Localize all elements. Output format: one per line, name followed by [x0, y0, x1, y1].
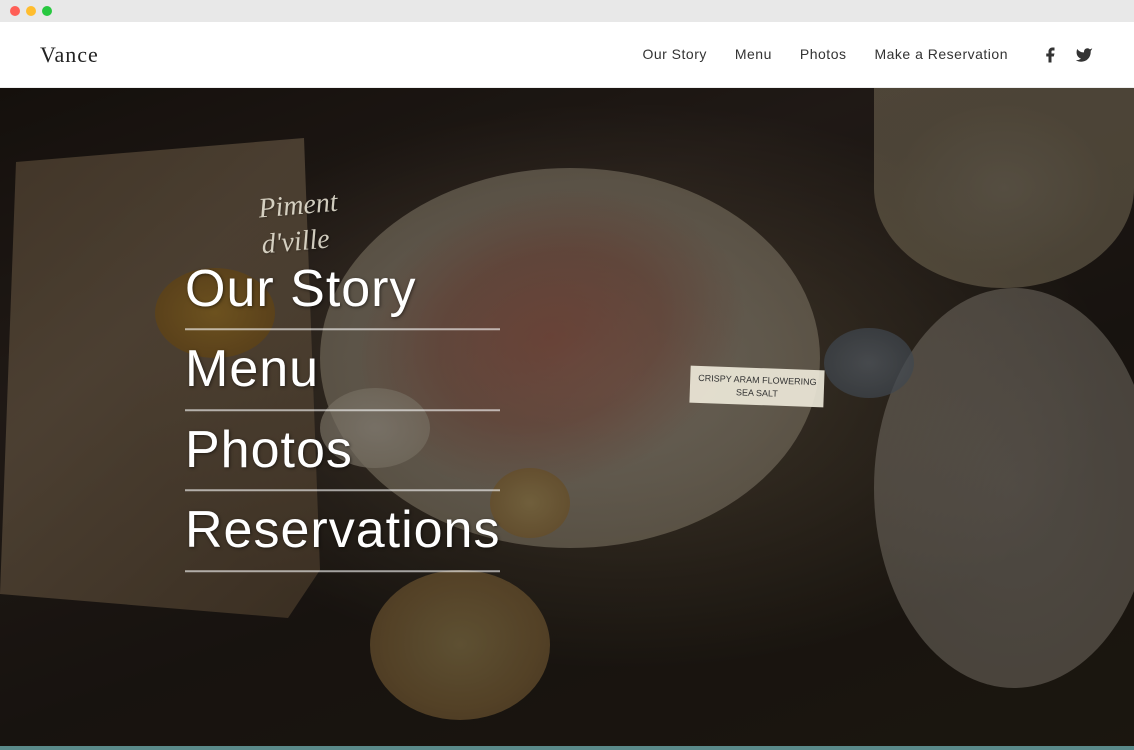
hero-section: Piment d'ville CRISPY ARAM FLOWERING SEA… [0, 88, 1134, 750]
facebook-icon[interactable] [1040, 45, 1060, 65]
bottom-accent-bar [0, 746, 1134, 750]
hero-nav-reservations[interactable]: Reservations [185, 499, 500, 571]
browser-chrome [0, 0, 1134, 22]
browser-close-dot[interactable] [10, 6, 20, 16]
browser-maximize-dot[interactable] [42, 6, 52, 16]
navbar-links: Our Story Menu Photos Make a Reservation [642, 46, 1008, 64]
dark-overlay [0, 88, 1134, 750]
hero-nav-menu[interactable]: Menu [185, 339, 500, 411]
nav-item-menu[interactable]: Menu [735, 46, 772, 64]
nav-link-photos[interactable]: Photos [800, 46, 847, 62]
navbar: Vance Our Story Menu Photos Make a Reser… [0, 22, 1134, 88]
nav-link-our-story[interactable]: Our Story [642, 46, 706, 62]
nav-link-menu[interactable]: Menu [735, 46, 772, 62]
twitter-icon[interactable] [1074, 45, 1094, 65]
nav-item-our-story[interactable]: Our Story [642, 46, 706, 64]
browser-minimize-dot[interactable] [26, 6, 36, 16]
navbar-right: Our Story Menu Photos Make a Reservation [642, 45, 1094, 65]
hero-nav-our-story[interactable]: Our Story [185, 258, 500, 330]
site-logo[interactable]: Vance [40, 42, 99, 68]
nav-item-photos[interactable]: Photos [800, 46, 847, 64]
hero-nav: Our Story Menu Photos Reservations [185, 258, 500, 580]
navbar-social [1040, 45, 1094, 65]
hero-nav-photos[interactable]: Photos [185, 419, 500, 491]
nav-link-reservation[interactable]: Make a Reservation [874, 46, 1008, 62]
nav-item-reservation[interactable]: Make a Reservation [874, 46, 1008, 64]
